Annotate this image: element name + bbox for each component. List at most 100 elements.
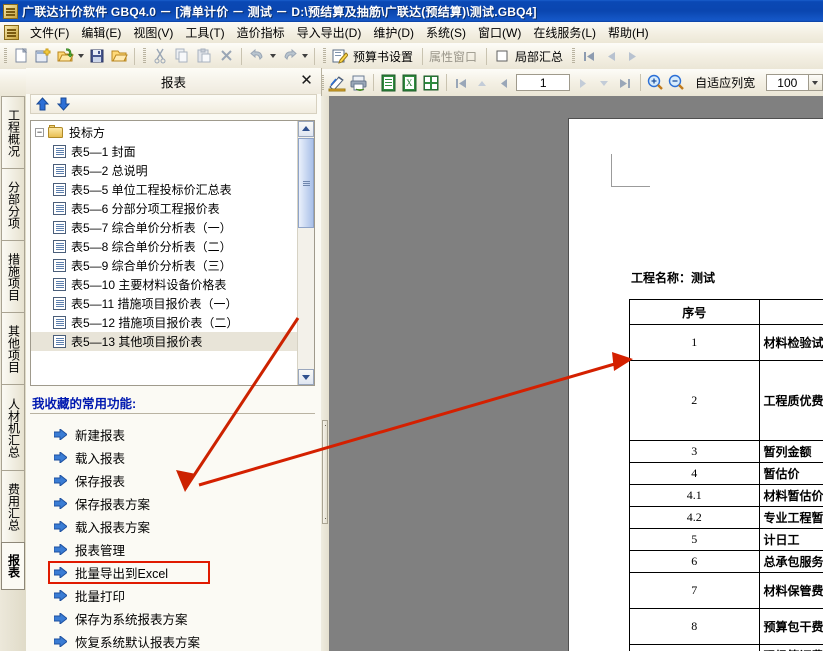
- open-recent-icon[interactable]: [108, 46, 130, 67]
- tree-node-item[interactable]: 表5—11 措施项目报价表（一）: [31, 294, 297, 313]
- page-number-input[interactable]: 1: [516, 74, 571, 91]
- toolbar-grip-4[interactable]: [572, 48, 576, 64]
- panel-title: 报表: [160, 75, 186, 90]
- budget-settings-icon[interactable]: [329, 46, 351, 67]
- favorite-save-as-system-scheme[interactable]: 保存为系统报表方案: [54, 607, 316, 630]
- favorite-batch-export-to-excel[interactable]: 批量导出到Excel: [48, 561, 210, 584]
- open-folder-icon[interactable]: [54, 46, 76, 67]
- page-view-icon[interactable]: [378, 72, 399, 93]
- last-page-icon[interactable]: [615, 72, 636, 93]
- toolbar-separator-5: [486, 47, 488, 65]
- sidebar-item-reports[interactable]: 报表: [1, 542, 25, 590]
- tree-node-item[interactable]: 表5—5 单位工程投标价汇总表: [31, 180, 297, 199]
- zoom-level-dropdown[interactable]: [808, 74, 823, 91]
- zoom-in-icon[interactable]: [645, 72, 666, 93]
- scroll-up-icon[interactable]: [298, 121, 314, 137]
- report-tree[interactable]: − 投标方 表5—1 封面 表5—2 总说明 表5—5 单位工程投标价汇总表 表…: [30, 120, 315, 386]
- grid-view-icon[interactable]: [420, 72, 441, 93]
- favorite-restore-default-scheme[interactable]: 恢复系统默认报表方案: [54, 630, 316, 651]
- report-page: 工程名称：测试 序号 1材料检验试验费 2工程质优费 3暂列金额 4暂估价 4.…: [568, 118, 823, 651]
- menu-item-window[interactable]: 窗口(W): [472, 22, 527, 43]
- tree-node-item[interactable]: 表5—12 措施项目报价表（二）: [31, 313, 297, 332]
- excel-export-icon[interactable]: X: [399, 72, 420, 93]
- print-icon[interactable]: [348, 72, 369, 93]
- menu-item-help[interactable]: 帮助(H): [602, 22, 655, 43]
- tree-node-root[interactable]: − 投标方: [31, 123, 297, 142]
- expander-icon[interactable]: −: [35, 128, 44, 137]
- sidebar-item-project-overview[interactable]: 工程概况: [1, 96, 25, 168]
- menu-item-maintenance[interactable]: 维护(D): [367, 22, 420, 43]
- scroll-down-icon[interactable]: [298, 369, 314, 385]
- move-down-arrow-icon[interactable]: [57, 97, 70, 111]
- tree-node-item[interactable]: 表5—8 综合单价分析表（二）: [31, 237, 297, 256]
- sidebar-item-other-items[interactable]: 其他项目: [1, 312, 25, 384]
- tree-node-item[interactable]: 表5—9 综合单价分析表（三）: [31, 256, 297, 275]
- next-page-icon[interactable]: [572, 72, 593, 93]
- favorite-new-report[interactable]: 新建报表: [54, 423, 316, 446]
- first-record-icon[interactable]: [578, 46, 600, 67]
- first-page-icon[interactable]: [451, 72, 472, 93]
- paste-icon[interactable]: [193, 46, 215, 67]
- page-up-icon[interactable]: [472, 72, 493, 93]
- close-icon[interactable]: ✕: [298, 72, 315, 89]
- menu-item-view[interactable]: 视图(V): [127, 22, 179, 43]
- favorite-label-8: 保存为系统报表方案: [75, 613, 188, 627]
- fit-column-width-label[interactable]: 自适应列宽: [687, 74, 760, 91]
- zoom-out-icon[interactable]: [666, 72, 687, 93]
- tree-node-item[interactable]: 表5—2 总说明: [31, 161, 297, 180]
- menu-item-system[interactable]: 系统(S): [420, 22, 472, 43]
- tree-node-item[interactable]: 表5—7 综合单价分析表（一）: [31, 218, 297, 237]
- undo-icon[interactable]: [246, 46, 268, 67]
- page-down-icon[interactable]: [593, 72, 614, 93]
- menu-item-import-export[interactable]: 导入导出(D): [291, 22, 368, 43]
- favorite-batch-print[interactable]: 批量打印: [54, 584, 316, 607]
- local-summary-label[interactable]: 局部汇总: [513, 48, 568, 65]
- sidebar-item-measure-items[interactable]: 措施项目: [1, 240, 25, 312]
- save-icon[interactable]: [86, 46, 108, 67]
- undo-dropdown[interactable]: [268, 46, 278, 67]
- panel-splitter-handle[interactable]: [322, 420, 328, 524]
- scrollbar-thumb[interactable]: [298, 138, 314, 228]
- redo-dropdown[interactable]: [300, 46, 310, 67]
- tree-node-item[interactable]: 表5—1 封面: [31, 142, 297, 161]
- favorite-load-report-scheme[interactable]: 载入报表方案: [54, 515, 316, 538]
- report-sep-1: [373, 74, 375, 91]
- sidebar-item-fee-summary[interactable]: 费用汇总: [1, 470, 25, 542]
- report-sheet-icon: [53, 145, 66, 158]
- favorite-load-report[interactable]: 载入报表: [54, 446, 316, 469]
- zoom-level-input[interactable]: 100: [766, 74, 809, 91]
- tree-node-item-selected[interactable]: 表5—13 其他项目报价表: [31, 332, 297, 351]
- menu-item-online-service[interactable]: 在线服务(L): [527, 22, 602, 43]
- new-project-icon[interactable]: [32, 46, 54, 67]
- next-record-icon[interactable]: [622, 46, 644, 67]
- tree-node-item[interactable]: 表5—6 分部分项工程报价表: [31, 199, 297, 218]
- report-preview-area[interactable]: 工程名称：测试 序号 1材料检验试验费 2工程质优费 3暂列金额 4暂估价 4.…: [329, 96, 823, 651]
- copy-icon[interactable]: [171, 46, 193, 67]
- sidebar-item-division-items[interactable]: 分部分项: [1, 168, 25, 240]
- toolbar-grip[interactable]: [4, 48, 7, 64]
- menu-item-edit[interactable]: 编辑(E): [75, 22, 127, 43]
- toolbar-grip-3[interactable]: [323, 48, 326, 64]
- cut-icon[interactable]: [149, 46, 171, 67]
- toolbar-grip-2[interactable]: [143, 48, 146, 64]
- tree-scrollbar[interactable]: [297, 121, 314, 385]
- design-report-icon[interactable]: [327, 72, 348, 93]
- favorite-report-management[interactable]: 报表管理: [54, 538, 316, 561]
- open-folder-dropdown[interactable]: [76, 46, 86, 67]
- move-up-arrow-icon[interactable]: [36, 97, 49, 111]
- prev-page-icon[interactable]: [493, 72, 514, 93]
- local-summary-icon[interactable]: [491, 46, 513, 67]
- sidebar-item-labor-material-summary[interactable]: 人材机汇总: [1, 384, 25, 470]
- menu-item-file[interactable]: 文件(F): [24, 22, 75, 43]
- new-file-icon[interactable]: [10, 46, 32, 67]
- budget-settings-label[interactable]: 预算书设置: [351, 48, 418, 65]
- favorite-save-report[interactable]: 保存报表: [54, 469, 316, 492]
- tree-node-item[interactable]: 表5—10 主要材料设备价格表: [31, 275, 297, 294]
- menu-item-cost-index[interactable]: 造价指标: [231, 22, 291, 43]
- menu-item-tools[interactable]: 工具(T): [179, 22, 230, 43]
- title-bar: 广联达计价软件 GBQ4.0 － [清单计价 － 测试 － D:\预结算及抽筋\…: [0, 0, 823, 22]
- prev-record-icon[interactable]: [600, 46, 622, 67]
- delete-icon[interactable]: [215, 46, 237, 67]
- redo-icon[interactable]: [278, 46, 300, 67]
- favorite-save-report-scheme[interactable]: 保存报表方案: [54, 492, 316, 515]
